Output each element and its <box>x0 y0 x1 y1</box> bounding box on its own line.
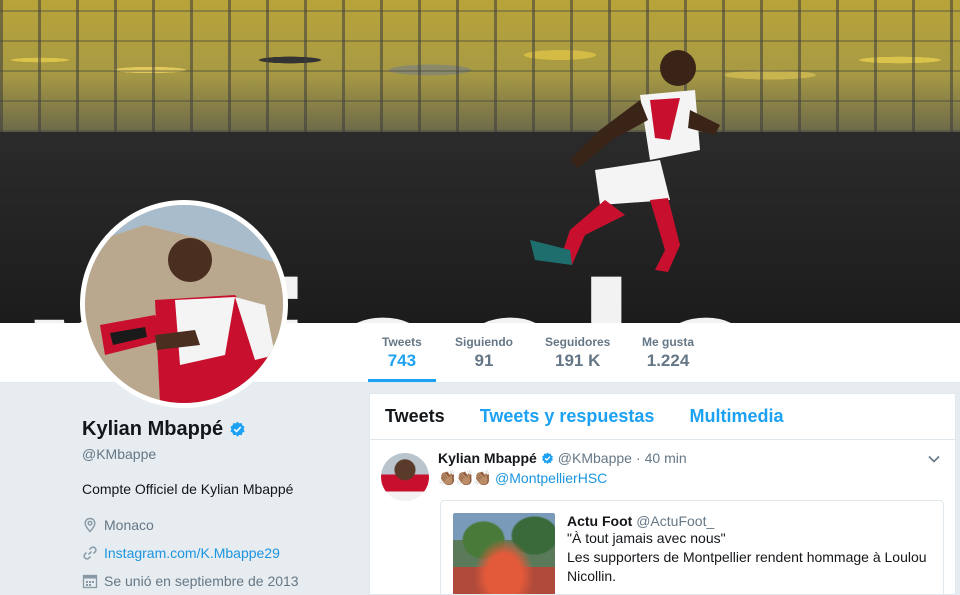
quoted-tweet-card[interactable]: Actu Foot @ActuFoot_ "À tout jamais avec… <box>440 500 944 594</box>
tweet-header: Kylian Mbappé @KMbappe · 40 min <box>438 450 943 466</box>
profile-handle[interactable]: @KMbappe <box>82 446 352 462</box>
stat-followers-label: Seguidores <box>545 335 611 349</box>
profile-location-row: Monaco <box>82 511 352 539</box>
quoted-text-line-1: "À tout jamais avec nous" <box>567 530 726 546</box>
tab-tweets-replies[interactable]: Tweets y respuestas <box>480 406 655 427</box>
clapping-hands-emoji: 👏🏽👏🏽👏🏽 <box>438 470 492 487</box>
profile-location: Monaco <box>104 517 154 533</box>
quoted-tweet-image[interactable] <box>453 513 555 594</box>
profile-card: Kylian Mbappé @KMbappe Compte Officiel d… <box>82 418 352 595</box>
stat-followers-value: 191 K <box>554 351 601 370</box>
timeline-tabs: Tweets Tweets y respuestas Multimedia <box>370 394 955 440</box>
quoted-author-name: Actu Foot <box>567 513 633 529</box>
quoted-text-line-2: Les supporters de Montpellier rendent ho… <box>567 549 927 565</box>
stat-tweets-value: 743 <box>387 351 417 370</box>
stat-tweets[interactable]: Tweets 743 <box>368 335 436 382</box>
stat-following-label: Siguiendo <box>455 335 513 349</box>
calendar-icon <box>82 574 98 589</box>
stat-following-value: 91 <box>474 351 494 370</box>
verified-badge-icon <box>230 421 245 437</box>
tweet[interactable]: Kylian Mbappé @KMbappe · 40 min 👏🏽👏🏽👏🏽 @… <box>370 440 955 594</box>
quoted-tweet-header: Actu Foot @ActuFoot_ <box>567 513 931 529</box>
stat-tweets-label: Tweets <box>382 335 422 349</box>
tweet-text: 👏🏽👏🏽👏🏽 @MontpellierHSC <box>438 469 943 487</box>
chevron-down-icon[interactable] <box>927 452 941 466</box>
profile-bio: Compte Officiel de Kylian Mbappé <box>82 481 294 497</box>
profile-name-row: Kylian Mbappé <box>82 418 352 441</box>
tweet-author-name[interactable]: Kylian Mbappé <box>438 450 537 466</box>
profile-joined-row: Se unió en septiembre de 2013 <box>82 567 352 595</box>
stat-likes-value: 1.224 <box>646 351 690 370</box>
profile-website-link[interactable]: Instagram.com/K.Mbappe29 <box>104 545 280 561</box>
quoted-author-handle: @ActuFoot_ <box>636 513 715 529</box>
verified-badge-icon <box>541 452 553 464</box>
profile-website-row: Instagram.com/K.Mbappe29 <box>82 539 352 567</box>
tweet-mention-link[interactable]: @MontpellierHSC <box>495 470 607 486</box>
timeline-panel: Tweets Tweets y respuestas Multimedia Ky… <box>369 393 956 595</box>
stat-followers[interactable]: Seguidores 191 K <box>545 335 610 371</box>
avatar-photo <box>85 205 283 403</box>
stat-likes[interactable]: Me gusta 1.224 <box>642 335 694 371</box>
tweet-separator: · <box>635 450 641 466</box>
tweet-avatar[interactable] <box>381 453 429 501</box>
profile-meta: Monaco Instagram.com/K.Mbappe29 Se unió … <box>82 511 352 595</box>
profile-name[interactable]: Kylian Mbappé <box>82 418 223 441</box>
profile-avatar[interactable] <box>80 200 288 408</box>
stat-following[interactable]: Siguiendo 91 <box>455 335 513 371</box>
banner-crowd-photo <box>0 0 960 132</box>
tweet-timestamp[interactable]: 40 min <box>645 450 687 466</box>
location-pin-icon <box>84 517 96 533</box>
link-icon <box>83 546 97 560</box>
stat-likes-label: Me gusta <box>642 335 695 349</box>
tab-tweets[interactable]: Tweets <box>385 406 445 427</box>
tweet-author-handle[interactable]: @KMbappe <box>558 450 632 466</box>
quoted-text-line-3: Nicollin. <box>567 568 617 584</box>
banner-player-figure <box>530 50 720 272</box>
profile-joined: Se unió en septiembre de 2013 <box>104 573 299 589</box>
tab-media[interactable]: Multimedia <box>689 406 783 427</box>
